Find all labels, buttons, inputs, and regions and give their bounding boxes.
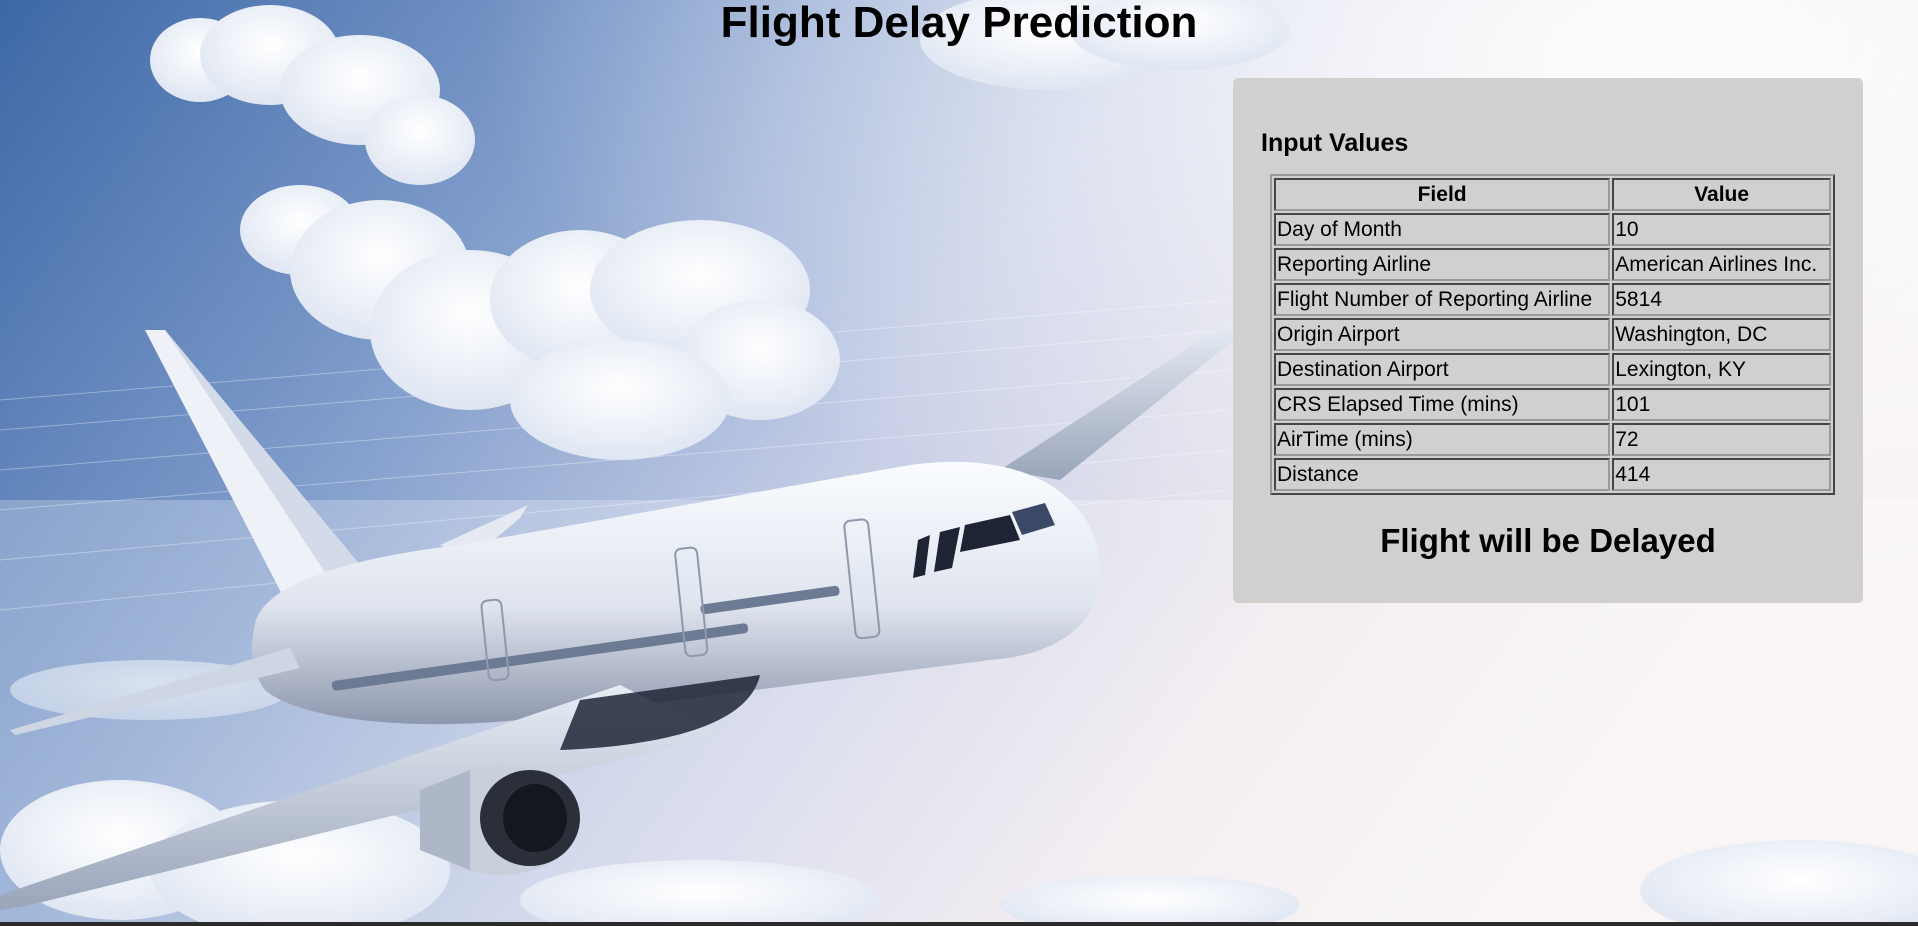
table-header-row: Field Value — [1274, 178, 1831, 211]
value-column-header: Value — [1612, 178, 1831, 211]
bottom-edge-bar — [0, 922, 1918, 926]
value-cell: 414 — [1612, 458, 1831, 491]
field-cell: AirTime (mins) — [1274, 423, 1611, 456]
table-row: Distance 414 — [1274, 458, 1831, 491]
value-cell: Washington, DC — [1612, 318, 1831, 351]
table-row: Origin Airport Washington, DC — [1274, 318, 1831, 351]
table-row: Reporting Airline American Airlines Inc. — [1274, 248, 1831, 281]
value-cell: 72 — [1612, 423, 1831, 456]
field-cell: Reporting Airline — [1274, 248, 1611, 281]
field-cell: Day of Month — [1274, 213, 1611, 246]
value-cell: 10 — [1612, 213, 1831, 246]
input-values-table: Field Value Day of Month 10 Reporting Ai… — [1270, 174, 1835, 495]
field-cell: Flight Number of Reporting Airline — [1274, 283, 1611, 316]
table-row: Day of Month 10 — [1274, 213, 1831, 246]
prediction-result: Flight will be Delayed — [1380, 522, 1716, 559]
table-row: Destination Airport Lexington, KY — [1274, 353, 1831, 386]
page-title: Flight Delay Prediction — [720, 0, 1198, 47]
value-cell: Lexington, KY — [1612, 353, 1831, 386]
table-row: Flight Number of Reporting Airline 5814 — [1274, 283, 1831, 316]
field-cell: Distance — [1274, 458, 1611, 491]
field-column-header: Field — [1274, 178, 1611, 211]
field-cell: Destination Airport — [1274, 353, 1611, 386]
field-cell: Origin Airport — [1274, 318, 1611, 351]
value-cell: 101 — [1612, 388, 1831, 421]
prediction-panel: Input Values Field Value Day of Month 10… — [1233, 78, 1863, 603]
field-cell: CRS Elapsed Time (mins) — [1274, 388, 1611, 421]
input-values-heading: Input Values — [1261, 129, 1409, 157]
value-cell: American Airlines Inc. — [1612, 248, 1831, 281]
table-row: CRS Elapsed Time (mins) 101 — [1274, 388, 1831, 421]
value-cell: 5814 — [1612, 283, 1831, 316]
table-row: AirTime (mins) 72 — [1274, 423, 1831, 456]
